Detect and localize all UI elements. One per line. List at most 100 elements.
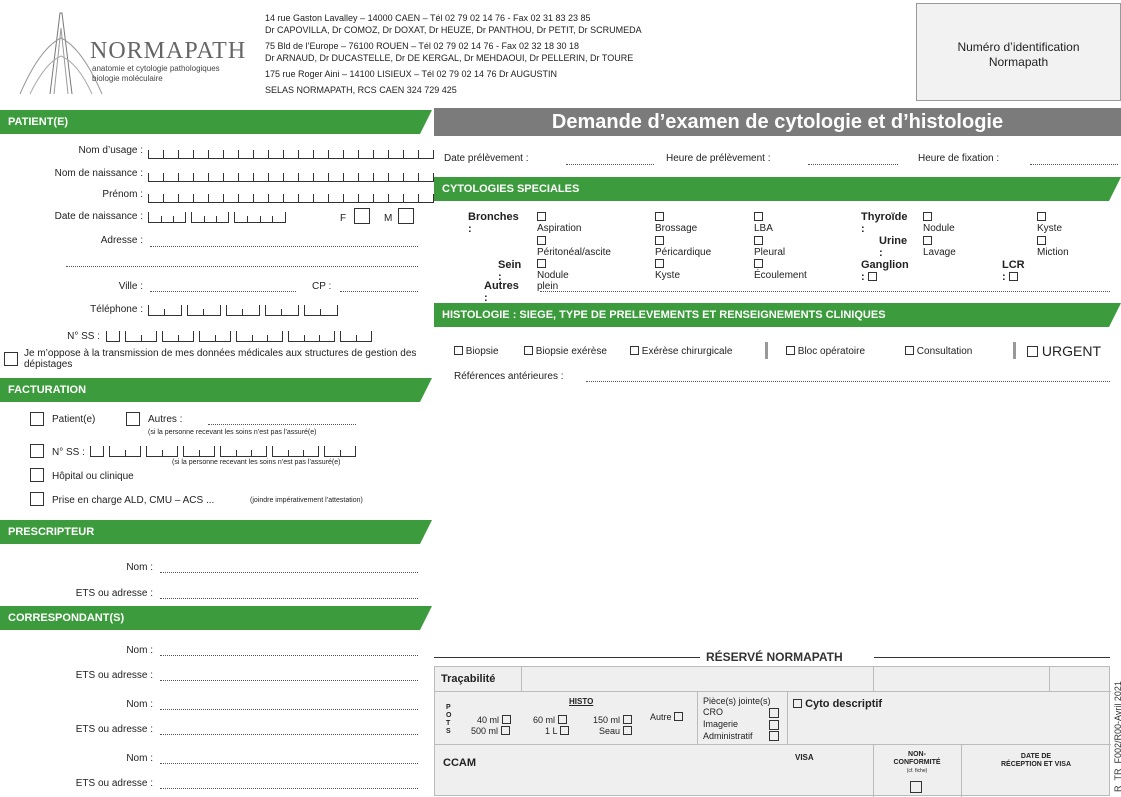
biopsie-exerese-option[interactable]: Biopsie exérèse [524, 346, 607, 357]
adresse-field[interactable] [150, 245, 418, 247]
checkbox[interactable] [454, 346, 463, 355]
option-label: Biopsie [465, 346, 499, 357]
fact-autres-checkbox[interactable] [126, 412, 140, 426]
checkbox[interactable] [559, 726, 569, 735]
date-prel-field[interactable] [566, 163, 654, 165]
refs-field[interactable] [586, 380, 1110, 382]
nom-usage-field[interactable] [148, 146, 434, 159]
consultation-option[interactable]: Consultation [905, 346, 972, 357]
checkbox[interactable] [537, 259, 546, 268]
sex-m-checkbox[interactable] [398, 208, 414, 224]
corr-nom-field[interactable] [160, 762, 418, 764]
peritoneal-option[interactable]: Péritonéal/ascite [537, 236, 611, 258]
pot-60ml[interactable]: 60 ml [533, 715, 567, 725]
corr-ets-field[interactable] [160, 787, 418, 789]
addr-line: Dr CAPOVILLA, Dr COMOZ, Dr DOXAT, Dr HEU… [265, 25, 642, 35]
lcr-checkbox[interactable] [1008, 272, 1018, 281]
oppose-checkbox[interactable] [4, 352, 18, 366]
checkbox[interactable] [793, 699, 802, 708]
presc-ets-field[interactable] [160, 597, 418, 599]
cyto-desc-option[interactable]: Cyto descriptif [793, 698, 882, 710]
id-box[interactable]: Numéro d’identification Normapath [916, 3, 1121, 101]
checkbox[interactable] [1027, 346, 1038, 357]
corr-nom-field[interactable] [160, 654, 418, 656]
pot-1l[interactable]: 1 L [545, 726, 569, 736]
checkbox[interactable] [622, 715, 632, 724]
checkbox[interactable] [655, 236, 664, 245]
pot-seau[interactable]: Seau [599, 726, 632, 736]
checkbox[interactable] [786, 346, 795, 355]
lba-option[interactable]: LBA [754, 212, 773, 234]
aspiration-option[interactable]: Aspiration [537, 212, 581, 234]
ville-field[interactable] [150, 290, 296, 292]
pieces-label: Pièce(s) jointe(s) [703, 696, 771, 706]
lavage-option[interactable]: Lavage [923, 236, 956, 258]
section-title: CORRESPONDANT(S) [8, 612, 125, 624]
addr-line: 14 rue Gaston Lavalley – 14000 CAEN – Té… [265, 13, 591, 23]
checkbox[interactable] [754, 236, 763, 245]
hopital-checkbox[interactable] [30, 468, 44, 482]
pot-label: Autre [650, 712, 672, 722]
checkbox[interactable] [674, 712, 684, 721]
fact-autres-field[interactable] [208, 423, 356, 425]
admin-checkbox[interactable] [769, 731, 779, 741]
corr-ets-field[interactable] [160, 679, 418, 681]
kyste-option[interactable]: Kyste [1037, 212, 1062, 234]
nss-field[interactable] [106, 329, 377, 347]
brossage-option[interactable]: Brossage [655, 212, 697, 234]
pleural-option[interactable]: Pleural [754, 236, 785, 258]
checkbox[interactable] [537, 236, 546, 245]
checkbox[interactable] [622, 726, 632, 735]
telephone-field[interactable] [148, 303, 343, 321]
fact-patient-checkbox[interactable] [30, 412, 44, 426]
pot-40ml[interactable]: 40 ml [477, 715, 511, 725]
checkbox[interactable] [1037, 236, 1046, 245]
checkbox[interactable] [630, 346, 639, 355]
corr-nom-field[interactable] [160, 708, 418, 710]
nom-naissance-field[interactable] [148, 169, 434, 182]
pot-autre[interactable]: Autre [650, 712, 684, 722]
prenom-field[interactable] [148, 190, 434, 203]
cro-label: CRO [703, 707, 723, 717]
heure-fix-field[interactable] [1030, 163, 1118, 165]
exerese-option[interactable]: Exérèse chirurgicale [630, 346, 732, 357]
miction-option[interactable]: Miction [1037, 236, 1069, 258]
checkbox[interactable] [501, 715, 511, 724]
checkbox[interactable] [754, 212, 763, 221]
non-conformite-checkbox[interactable] [910, 781, 922, 793]
ganglion-checkbox[interactable] [867, 272, 877, 281]
checkbox[interactable] [557, 715, 567, 724]
checkbox[interactable] [923, 212, 932, 221]
biopsie-option[interactable]: Biopsie [454, 346, 499, 357]
checkbox[interactable] [905, 346, 914, 355]
nodule-option[interactable]: Nodule [923, 212, 955, 234]
cro-checkbox[interactable] [769, 708, 779, 718]
ecoulement-option[interactable]: Écoulement [754, 259, 807, 281]
presc-nom-field[interactable] [160, 571, 418, 573]
fact-nss-checkbox[interactable] [30, 444, 44, 458]
imagerie-checkbox[interactable] [769, 720, 779, 730]
cp-field[interactable] [340, 290, 418, 292]
autres-field[interactable] [540, 290, 1110, 292]
pot-500ml[interactable]: 500 ml [471, 726, 510, 736]
checkbox[interactable] [524, 346, 533, 355]
nodule-plein-option[interactable]: Nodule plein [537, 259, 569, 292]
adresse-field-2[interactable] [66, 265, 418, 267]
checkbox[interactable] [1037, 212, 1046, 221]
ald-checkbox[interactable] [30, 492, 44, 506]
checkbox[interactable] [655, 259, 664, 268]
corr-ets-field[interactable] [160, 733, 418, 735]
pot-150ml[interactable]: 150 ml [593, 715, 632, 725]
checkbox[interactable] [500, 726, 510, 735]
bloc-option[interactable]: Bloc opératoire [786, 346, 865, 357]
kyste2-option[interactable]: Kyste [655, 259, 680, 281]
checkbox[interactable] [923, 236, 932, 245]
pericardique-option[interactable]: Péricardique [655, 236, 711, 258]
heure-prel-field[interactable] [808, 163, 898, 165]
sex-f-checkbox[interactable] [354, 208, 370, 224]
checkbox[interactable] [655, 212, 664, 221]
checkbox[interactable] [537, 212, 546, 221]
date-naissance-field[interactable] [148, 210, 291, 228]
urgent-option[interactable]: URGENT [1027, 343, 1101, 359]
checkbox[interactable] [754, 259, 763, 268]
